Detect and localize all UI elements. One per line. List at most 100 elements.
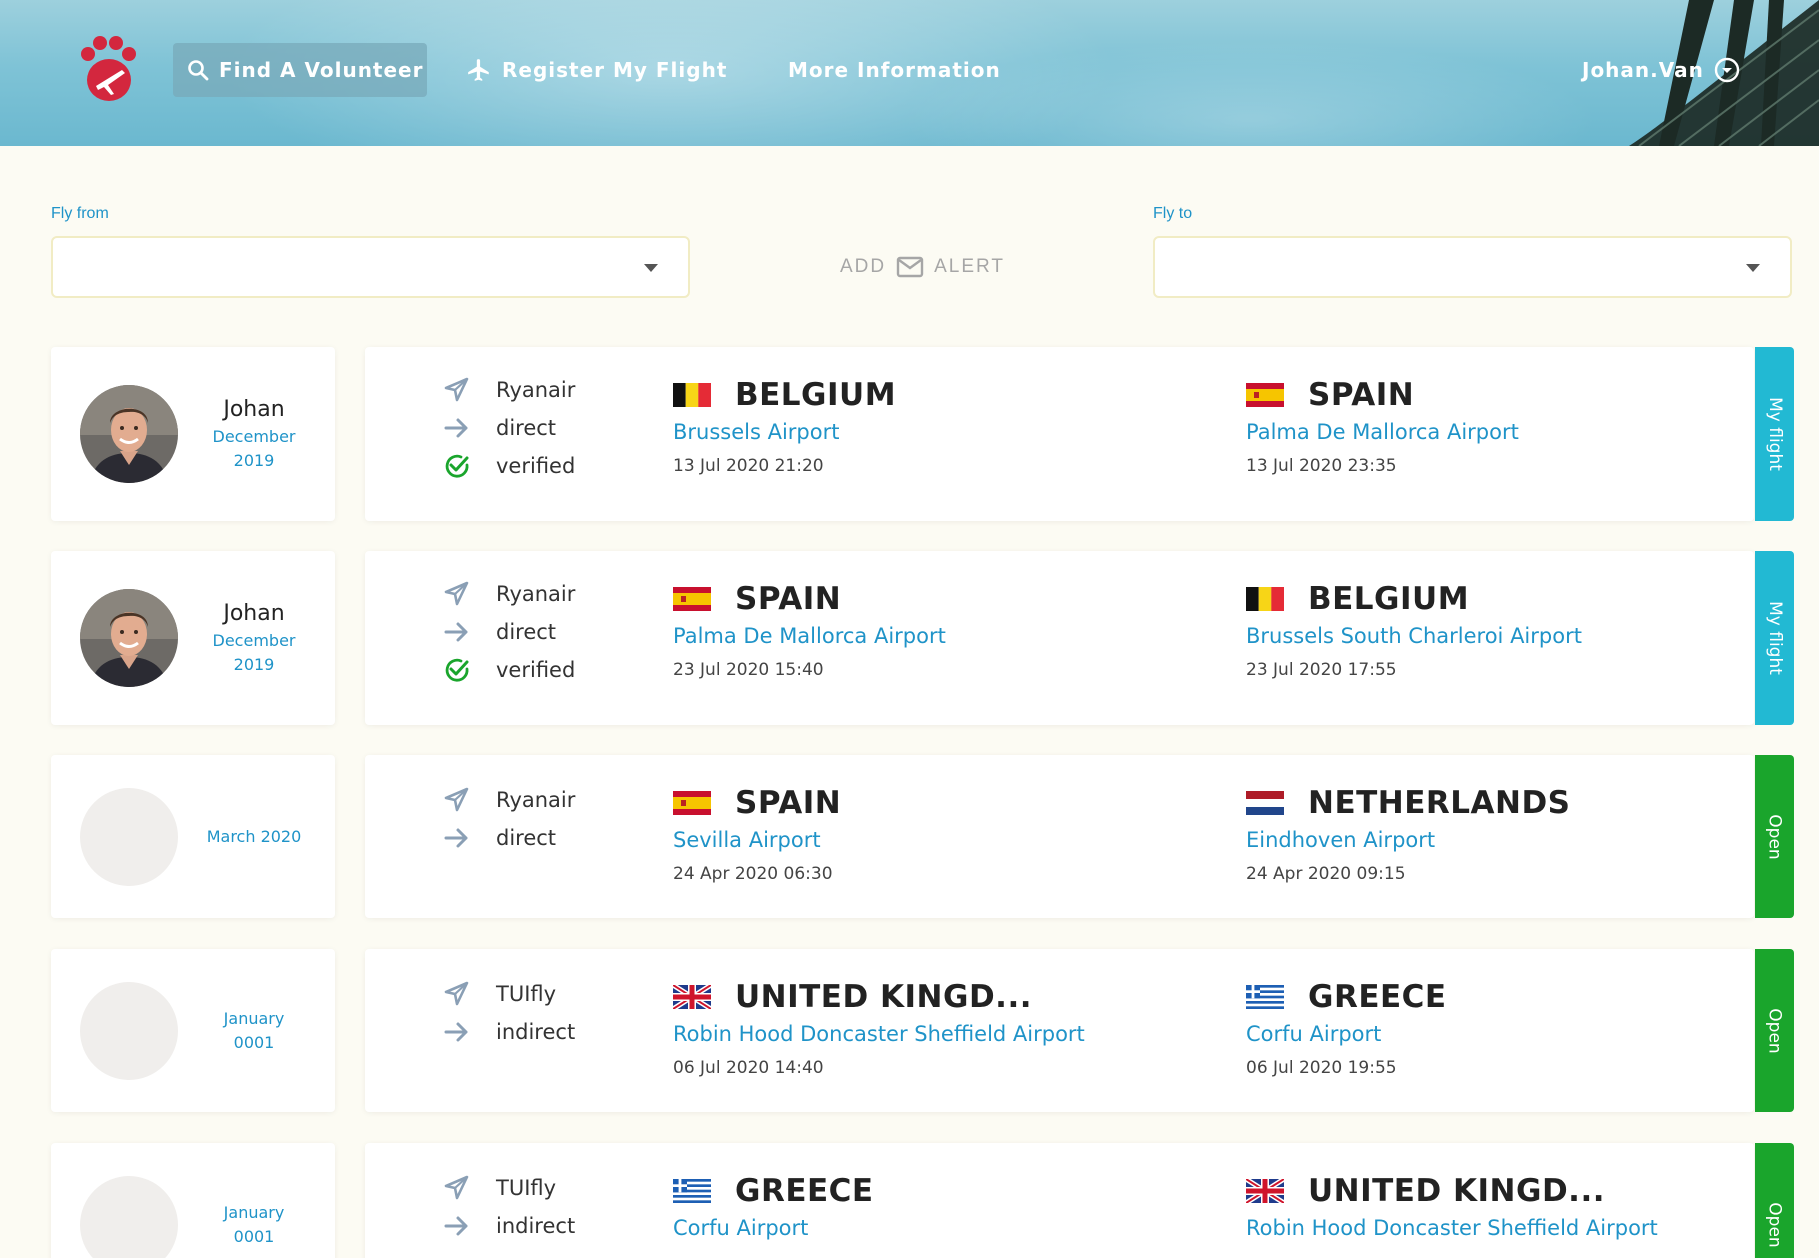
arrival: GREECE Corfu Airport 06 Jul 2020 19:55: [1246, 977, 1447, 1078]
add-alert-button[interactable]: ADD ALERT: [840, 252, 1005, 282]
volunteer-card[interactable]: Johan December 2019: [51, 551, 335, 725]
status-badge[interactable]: Open: [1755, 949, 1794, 1112]
flight-row: Johan December 2019 Ryanair direct verif…: [0, 551, 1819, 725]
flight-row: March 2020 Ryanair direct SPAIN Sevilla …: [0, 755, 1819, 918]
volunteer-card[interactable]: March 2020: [51, 755, 335, 918]
volunteer-since-line: 2019: [233, 655, 275, 674]
departure-country-line: UNITED KINGD...: [673, 977, 1085, 1017]
verified-status: verified: [496, 454, 576, 478]
status-badge[interactable]: My flight: [1755, 551, 1794, 725]
header-banner: Find A Volunteer Register My Flight More…: [0, 0, 1819, 146]
volunteer-info: Johan December 2019: [191, 395, 317, 473]
volunteer-since-line: December: [212, 631, 296, 650]
airline-name: Ryanair: [496, 378, 576, 402]
status-label: My flight: [1764, 397, 1785, 471]
flight-card[interactable]: Ryanair direct verified: [365, 347, 1754, 521]
volunteer-card[interactable]: January 0001: [51, 949, 335, 1112]
departure-airport[interactable]: Robin Hood Doncaster Sheffield Airport: [673, 1019, 1085, 1049]
arrival-country-line: GREECE: [1246, 977, 1447, 1017]
add-alert-alert-label: ALERT: [934, 256, 1006, 277]
user-menu[interactable]: Johan.Van: [1582, 43, 1740, 97]
arrow-right-icon: [444, 622, 468, 642]
arrival-airport[interactable]: Robin Hood Doncaster Sheffield Airport: [1246, 1213, 1658, 1243]
volunteer-since: January 0001: [191, 1201, 317, 1249]
arrival-airport[interactable]: Palma De Mallorca Airport: [1246, 417, 1519, 447]
departure-airport[interactable]: Brussels Airport: [673, 417, 896, 447]
status-label: Open: [1764, 1007, 1785, 1054]
flight-card[interactable]: Ryanair direct verified: [365, 551, 1754, 725]
status-badge[interactable]: Open: [1755, 755, 1794, 918]
search-icon: [188, 60, 209, 81]
fly-from-select[interactable]: [51, 236, 690, 298]
departure: SPAIN Sevilla Airport 24 Apr 2020 06:30: [673, 783, 841, 884]
arrival-country-line: BELGIUM: [1246, 579, 1582, 619]
avatar: [80, 589, 178, 687]
flight-row: Johan December 2019 Ryanair direct verif…: [0, 347, 1819, 521]
flight-card[interactable]: TUIfly indirect: [365, 949, 1754, 1112]
nav-find-label: Find A Volunteer: [219, 58, 424, 82]
nav-register-flight[interactable]: Register My Flight: [466, 43, 727, 97]
avatar: [80, 981, 178, 1080]
paper-plane-icon: [444, 581, 469, 606]
dropdown-caret-icon: [644, 264, 658, 272]
flight-card[interactable]: Ryanair direct SPAIN Sevilla Airport 24 …: [365, 755, 1754, 918]
route-line: direct: [443, 613, 575, 651]
nav-find-volunteer[interactable]: Find A Volunteer: [173, 43, 427, 97]
departure-airport[interactable]: Sevilla Airport: [673, 825, 841, 855]
departure-flag-icon: [673, 985, 735, 1009]
departure-time: 06 Jul 2020 14:40: [673, 1058, 824, 1078]
volunteer-since: March 2020: [191, 825, 317, 849]
paw-plane-logo-icon[interactable]: [78, 36, 140, 102]
airline-name: TUIfly: [496, 1176, 557, 1200]
departure: SPAIN Palma De Mallorca Airport 23 Jul 2…: [673, 579, 946, 680]
add-alert-add-label: ADD: [840, 256, 887, 277]
airline-name: Ryanair: [496, 582, 576, 606]
airline-line: Ryanair: [443, 371, 575, 409]
arrival-airport[interactable]: Corfu Airport: [1246, 1019, 1447, 1049]
arrival-country: UNITED KINGD...: [1308, 1173, 1606, 1209]
route-line: indirect: [443, 1013, 575, 1051]
status-label: Open: [1764, 1201, 1785, 1248]
fly-from-label: Fly from: [51, 205, 109, 222]
departure: UNITED KINGD... Robin Hood Doncaster She…: [673, 977, 1085, 1078]
envelope-icon: [896, 256, 924, 278]
arrival-flag-icon: [1246, 383, 1308, 407]
verified-check-icon: [445, 454, 469, 478]
airline-line: Ryanair: [443, 781, 575, 819]
flight-row: January 0001 TUIfly indirect: [0, 949, 1819, 1112]
volunteer-since-line: January: [223, 1202, 285, 1222]
volunteer-since-line: 0001: [233, 1226, 275, 1246]
volunteer-since: January 0001: [191, 1007, 317, 1055]
arrow-right-icon: [444, 1022, 468, 1042]
arrival-airport[interactable]: Eindhoven Airport: [1246, 825, 1571, 855]
avatar: [80, 787, 178, 886]
route-line: indirect: [443, 1207, 575, 1245]
paper-plane-icon: [444, 981, 469, 1006]
arrival-country: GREECE: [1308, 979, 1447, 1015]
arrival: UNITED KINGD... Robin Hood Doncaster She…: [1246, 1171, 1658, 1252]
flight-card[interactable]: TUIfly indirect: [365, 1143, 1754, 1258]
fly-to-select[interactable]: [1153, 236, 1792, 298]
flight-meta: Ryanair direct: [443, 781, 575, 857]
nav-more-information[interactable]: More Information: [788, 43, 1001, 97]
status-badge[interactable]: My flight: [1755, 347, 1794, 521]
verified-line: verified: [443, 651, 575, 689]
volunteer-card[interactable]: January 0001: [51, 1143, 335, 1258]
volunteer-card[interactable]: Johan December 2019: [51, 347, 335, 521]
flight-meta: Ryanair direct verified: [443, 371, 575, 485]
avatar: [80, 385, 178, 483]
arrival-airport[interactable]: Brussels South Charleroi Airport: [1246, 621, 1582, 651]
avatar: [80, 1175, 178, 1258]
arrival-flag-icon: [1246, 985, 1308, 1009]
status-badge[interactable]: Open: [1755, 1143, 1794, 1258]
departure-airport[interactable]: Palma De Mallorca Airport: [673, 621, 946, 651]
status-label: My flight: [1764, 601, 1785, 675]
route-type: direct: [496, 620, 557, 644]
flight-meta: Ryanair direct verified: [443, 575, 575, 689]
volunteer-since-line: December: [212, 427, 296, 446]
flight-meta: TUIfly indirect: [443, 1169, 575, 1245]
arrival-time: 13 Jul 2020 23:35: [1246, 456, 1397, 476]
departure-airport[interactable]: Corfu Airport: [673, 1213, 874, 1243]
volunteer-since-line: 0001: [233, 1032, 275, 1052]
departure-flag-icon: [673, 791, 735, 815]
